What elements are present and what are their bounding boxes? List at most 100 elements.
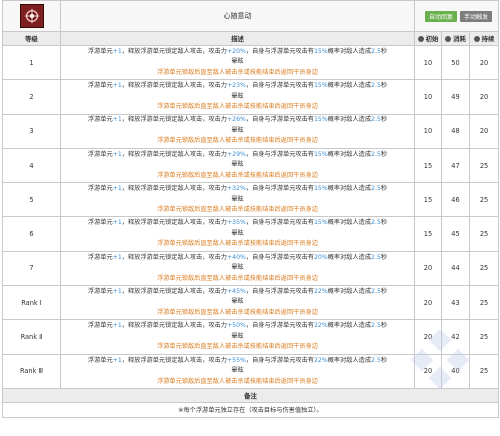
description-line-extra: 浮游单元锁敌后直至敌人被击杀或技能结束后返回干员身边	[157, 68, 318, 76]
desc-text: ，自身与浮游单元攻击有	[245, 219, 314, 227]
desc-seconds: 2.5	[371, 47, 381, 55]
initial-cell: 15	[414, 216, 442, 252]
description-line-stun: 晕眩	[231, 298, 244, 306]
duration-cell: 25	[468, 319, 500, 355]
desc-text: 概率对敌人造成	[327, 185, 372, 193]
desc-chance: 15%	[313, 82, 328, 90]
desc-text: 秒	[380, 287, 388, 295]
skill-tags: 自动回复 手动触发	[415, 10, 498, 22]
initial-cell: 10	[414, 113, 442, 149]
desc-text: 浮游单元	[87, 356, 113, 364]
description-cell: 浮游单元+1，释放浮游单元锁定敌人攻击，攻击力+20%，自身与浮游单元攻击有15…	[60, 44, 415, 81]
desc-chance: 22%	[313, 322, 328, 330]
desc-text: 概率对敌人造成	[327, 47, 372, 55]
desc-seconds: 2.5	[371, 82, 381, 90]
duration-cell: 25	[468, 285, 500, 321]
desc-units: +1	[112, 82, 122, 90]
description-line-extra: 浮游单元锁敌后直至敌人被击杀或技能结束后返回干员身边	[157, 103, 318, 111]
desc-text: ，释放浮游单元锁定敌人攻击，攻击力	[121, 356, 227, 364]
desc-text: 秒	[380, 150, 388, 158]
duration-cell: 20	[468, 44, 500, 81]
desc-text: ，释放浮游单元锁定敌人攻击，攻击力	[121, 82, 227, 90]
tag-manual-trigger: 手动触发	[460, 10, 493, 22]
desc-text: ，自身与浮游单元攻击有	[245, 253, 314, 261]
desc-seconds: 2.5	[371, 356, 381, 364]
initial-cell: 10	[414, 79, 442, 115]
description-line-extra: 浮游单元锁敌后直至敌人被击杀或技能结束后返回干员身边	[157, 171, 318, 179]
cost-cell: 47	[441, 147, 470, 184]
description-line-extra: 浮游单元锁敌后直至敌人被击杀或技能结束后返回干员身边	[157, 240, 318, 248]
skill-name: 心随意动	[223, 12, 252, 20]
duration-cell: 25	[468, 147, 500, 184]
level-row: 6 浮游单元+1，释放浮游单元锁定敌人攻击，攻击力+35%，自身与浮游单元攻击有1…	[2, 216, 500, 252]
notes-text: ※每个浮游单元独立存在（攻击目标与伤害值独立）。	[1, 401, 500, 418]
desc-text: ，自身与浮游单元攻击有	[245, 150, 314, 158]
description-line-extra: 浮游单元锁敌后直至敌人被击杀或技能结束后返回干员身边	[157, 206, 318, 214]
desc-units: +1	[112, 322, 122, 330]
duration-cell: 20	[468, 79, 500, 115]
column-initial-label: 初始	[425, 35, 439, 43]
desc-chance: 15%	[313, 185, 328, 193]
desc-atk: +20%	[226, 47, 246, 55]
column-cost: 消耗	[441, 31, 470, 46]
description-line-stun: 晕眩	[231, 126, 244, 134]
desc-units: +1	[112, 116, 122, 124]
desc-chance: 15%	[313, 219, 328, 227]
level-row: 7 浮游单元+1，释放浮游单元锁定敌人攻击，攻击力+40%，自身与浮游单元攻击有2…	[2, 250, 500, 287]
desc-seconds: 2.5	[371, 287, 381, 295]
desc-text: 概率对敌人造成	[327, 219, 372, 227]
description-line-main: 浮游单元+1，释放浮游单元锁定敌人攻击，攻击力+45%，自身与浮游单元攻击有22…	[67, 287, 408, 298]
desc-units: +1	[112, 287, 122, 295]
desc-text: 概率对敌人造成	[327, 322, 372, 330]
description-line-extra: 浮游单元锁敌后直至敌人被击杀或技能结束后返回干员身边	[157, 308, 318, 316]
desc-units: +1	[112, 253, 122, 261]
desc-text: 浮游单元	[87, 185, 113, 193]
initial-cell: 20	[414, 319, 442, 355]
level-cell: 4	[2, 147, 61, 184]
desc-text: ，释放浮游单元锁定敌人攻击，攻击力	[121, 219, 227, 227]
description-line-main: 浮游单元+1，释放浮游单元锁定敌人攻击，攻击力+23%，自身与浮游单元攻击有15…	[67, 81, 408, 92]
description-line-extra: 浮游单元锁敌后直至敌人被击杀或技能结束后返回干员身边	[157, 137, 318, 145]
desc-text: 秒	[380, 219, 388, 227]
desc-units: +1	[112, 356, 122, 364]
desc-text: ，自身与浮游单元攻击有	[245, 356, 314, 364]
desc-text: ，自身与浮游单元攻击有	[245, 185, 314, 193]
level-cell: 1	[2, 44, 61, 81]
level-cell: Rank Ⅰ	[2, 285, 61, 321]
desc-text: ，自身与浮游单元攻击有	[245, 82, 314, 90]
cost-cell: 40	[441, 353, 470, 389]
level-row: 4 浮游单元+1，释放浮游单元锁定敌人攻击，攻击力+29%，自身与浮游单元攻击有1…	[2, 147, 500, 184]
desc-text: ，自身与浮游单元攻击有	[245, 116, 314, 124]
desc-text: ，释放浮游单元锁定敌人攻击，攻击力	[121, 185, 227, 193]
level-cell: 2	[2, 79, 61, 115]
desc-text: ，释放浮游单元锁定敌人攻击，攻击力	[121, 287, 227, 295]
description-cell: 浮游单元+1，释放浮游单元锁定敌人攻击，攻击力+32%，自身与浮游单元攻击有15…	[60, 182, 415, 218]
desc-text: 浮游单元	[87, 253, 113, 261]
duration-cell: 25	[468, 182, 500, 218]
description-line-stun: 晕眩	[231, 332, 244, 340]
desc-text: 秒	[380, 47, 388, 55]
cost-cell: 44	[441, 250, 470, 287]
level-row: 3 浮游单元+1，释放浮游单元锁定敌人攻击，攻击力+26%，自身与浮游单元攻击有1…	[2, 113, 500, 149]
desc-chance: 20%	[313, 253, 328, 261]
description-line-extra: 浮游单元锁敌后直至敌人被击杀或技能结束后返回干员身边	[157, 274, 318, 282]
desc-text: ，释放浮游单元锁定敌人攻击，攻击力	[121, 253, 227, 261]
skill-panel: 心随意动 自动回复 手动触发 等级 描述 初始 消耗 持续 1 浮游单元+1，释放…	[0, 0, 500, 436]
column-header-row: 等级 描述 初始 消耗 持续	[2, 31, 500, 46]
description-line-stun: 晕眩	[231, 367, 244, 375]
skill-icon-cell	[2, 0, 61, 32]
cost-cell: 45	[441, 216, 470, 252]
initial-cell: 15	[414, 147, 442, 184]
cost-cell: 50	[441, 44, 470, 81]
desc-text: 秒	[380, 356, 388, 364]
desc-text: 概率对敌人造成	[327, 150, 372, 158]
desc-seconds: 2.5	[371, 116, 381, 124]
description-line-main: 浮游单元+1，释放浮游单元锁定敌人攻击，攻击力+32%，自身与浮游单元攻击有15…	[67, 184, 408, 195]
cost-cell: 42	[441, 319, 470, 355]
skill-table: 心随意动 自动回复 手动触发 等级 描述 初始 消耗 持续 1 浮游单元+1，释放…	[1, 0, 500, 418]
desc-units: +1	[112, 47, 122, 55]
level-row: Rank Ⅰ 浮游单元+1，释放浮游单元锁定敌人攻击，攻击力+45%，自身与浮游单…	[2, 285, 500, 321]
desc-atk: +29%	[226, 150, 246, 158]
skill-name-cell: 心随意动	[60, 0, 415, 32]
column-duration: 持续	[468, 31, 500, 46]
